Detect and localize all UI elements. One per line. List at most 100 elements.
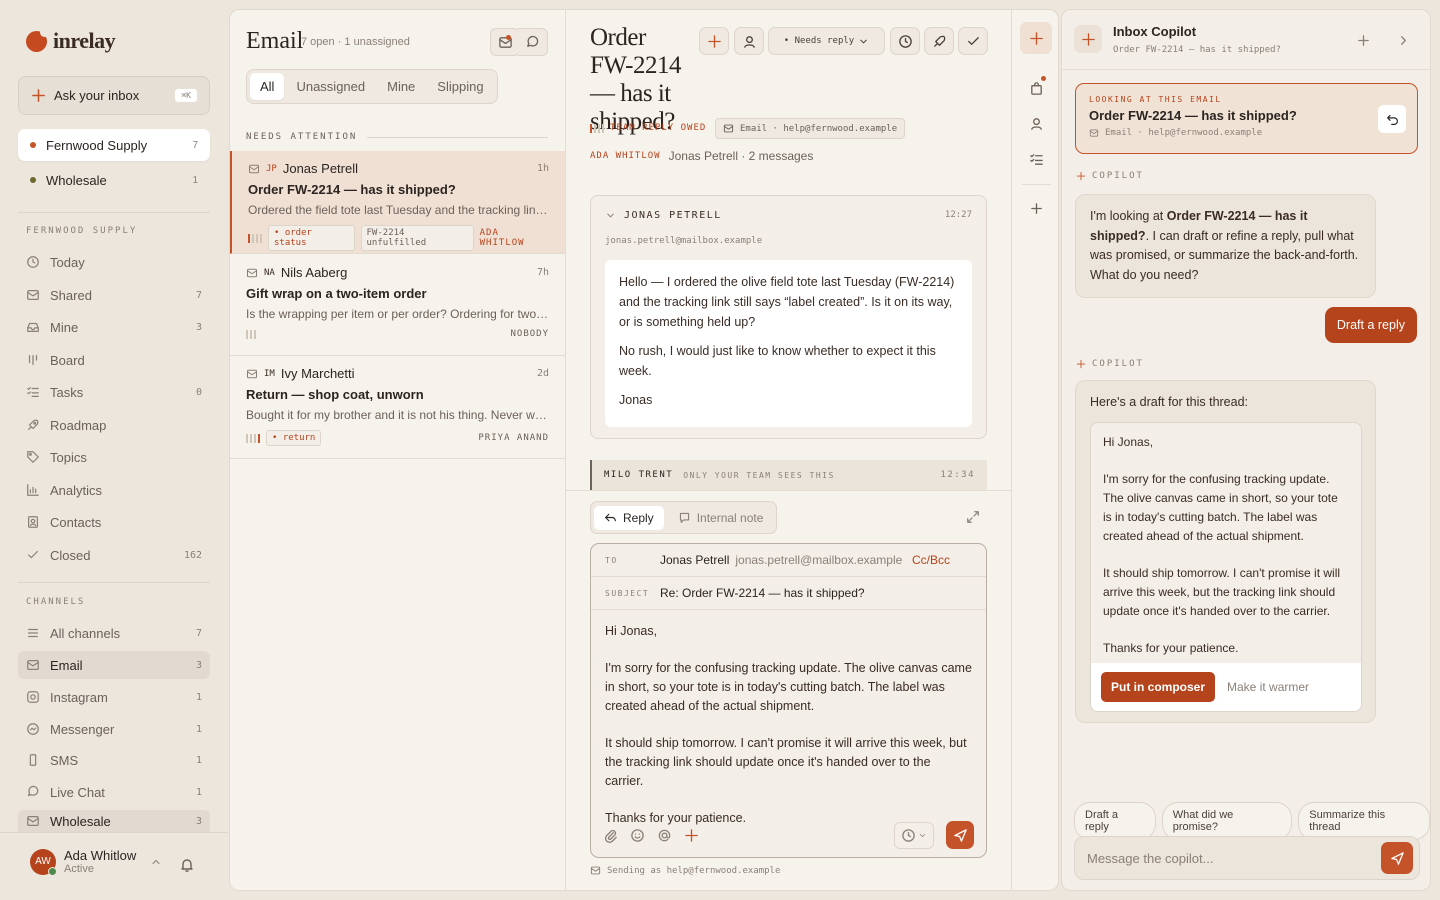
nav-closed[interactable]: Closed 162 [18,541,210,569]
nav-mine[interactable]: Mine 3 [18,313,210,341]
channel-email[interactable]: Email 3 [18,651,210,679]
check-icon [28,550,38,559]
nav-label: Mine [50,319,79,335]
channel-wholesale[interactable]: Wholesale 3 [18,810,210,832]
channel-sms[interactable]: SMS 1 [18,746,210,774]
channel-all[interactable]: All channels 7 [18,619,210,647]
nav-contacts[interactable]: Contacts [18,508,210,536]
paperclip-icon[interactable] [603,828,618,843]
nav-label: Analytics [50,482,103,498]
conversation-item[interactable]: JP Jonas Petrell 1h Order FW-2214 — has … [230,151,565,254]
sparkle-icon[interactable] [684,828,699,843]
sparkle-icon [32,89,45,102]
contact-rail-button[interactable] [1020,107,1052,139]
mention-icon[interactable] [657,828,672,843]
user-icon [1030,117,1042,130]
copilot-input[interactable]: Message the copilot... [1074,836,1420,880]
copilot-button[interactable] [699,27,729,55]
chevron-down-icon [860,39,867,43]
chevron-right-icon[interactable] [1396,33,1411,48]
channel-label: SMS [50,752,79,768]
channel-messenger[interactable]: Messenger 1 [18,715,210,743]
internal-note[interactable]: MILO TRENT ONLY YOUR TEAM SEES THIS 12:3… [590,460,987,490]
conversation-preview: Is the wrapping per item or per order? O… [246,307,549,321]
bell-icon[interactable] [179,857,195,873]
nav-shared[interactable]: Shared 7 [18,281,210,309]
cc-bcc-button[interactable]: Cc/Bcc [912,553,950,567]
suggestion-chip[interactable]: What did we promise? [1161,802,1293,840]
mail-icon [246,369,258,378]
snooze-button[interactable] [890,27,920,55]
message-time: 12:27 [944,210,972,220]
thread-title: Order FW-2214 — has it shipped? [590,24,681,135]
tab-internal-note[interactable]: Internal note [668,506,774,530]
channel-count: 7 [195,627,202,639]
suggestion-chip[interactable]: Draft a reply [1074,802,1156,840]
subject-field[interactable]: Re: Order FW-2214 — has it shipped? [660,586,865,600]
conversation-preview: Ordered the field tote last Tuesday and … [248,203,549,217]
copilot-send-button[interactable] [1381,842,1413,874]
nav-roadmap[interactable]: Roadmap [18,411,210,439]
conversation-item[interactable]: NA Nils Aaberg 7h Gift wrap on a two-ite… [230,255,565,356]
chevron-down-icon[interactable] [605,210,616,221]
schedule-send-button[interactable] [894,821,934,849]
check-icon [967,36,979,45]
conversation-subject: Return — shop coat, unworn [246,387,424,402]
conversation-item[interactable]: IM Ivy Marchetti 2d Return — shop coat, … [230,356,565,459]
divider [18,582,210,583]
tasks-icon [27,387,39,397]
tab-mine[interactable]: Mine [377,73,425,100]
orders-rail-button[interactable] [1020,72,1052,104]
composer-toolbar [591,813,986,857]
add-rail-button[interactable] [1020,192,1052,224]
contact-initials: IM [264,368,275,379]
channel-live-chat[interactable]: Live Chat 1 [18,778,210,806]
user-profile[interactable]: AW Ada Whitlow Active [30,848,162,876]
compose-mail-button[interactable] [490,28,520,56]
nav-board[interactable]: Board [18,346,210,374]
account-wholesale[interactable]: Wholesale 1 [18,164,210,196]
to-name[interactable]: Jonas Petrell [660,553,729,567]
make-warmer-button[interactable]: Make it warmer [1227,680,1309,694]
tasks-rail-button[interactable] [1020,143,1052,175]
suggestion-chip[interactable]: Summarize this thread [1298,802,1430,840]
tab-slipping[interactable]: Slipping [427,73,493,100]
chevron-down-icon [919,833,926,837]
escalate-button[interactable] [924,27,954,55]
nav-label: Today [50,254,85,270]
nav-tasks[interactable]: Tasks 0 [18,378,210,406]
emoji-icon[interactable] [630,828,645,843]
looking-meta: Email · help@fernwood.example [1105,128,1263,138]
tab-all[interactable]: All [250,73,285,100]
user-name: Ada Whitlow [64,848,137,863]
chat-button[interactable] [518,28,548,56]
tab-reply[interactable]: Reply [594,505,664,530]
subject-label: SUBJECT [605,588,650,598]
channel-instagram[interactable]: Instagram 1 [18,683,210,711]
subject-row: SUBJECT Re: Order FW-2214 — has it shipp… [591,577,986,610]
assign-button[interactable] [734,27,764,55]
copilot-rail-button[interactable] [1020,22,1052,54]
nav-today[interactable]: Today [18,248,210,276]
ask-inbox-button[interactable]: Ask your inbox ⌘K [18,76,210,115]
mail-icon [246,268,258,277]
status-dropdown[interactable]: • Needs reply [768,27,885,55]
reset-context-button[interactable] [1378,105,1406,133]
expand-icon[interactable] [966,510,980,524]
divider [1022,184,1051,185]
plus-icon[interactable] [1356,33,1371,48]
copilot-subtitle: Order FW-2214 — has it shipped? [1113,45,1281,55]
message-body: Hello — I ordered the olive field tote l… [605,260,972,427]
account-fernwood-supply[interactable]: Fernwood Supply 7 [18,129,210,161]
close-conversation-button[interactable] [958,27,988,55]
send-button[interactable] [946,821,974,849]
copilot-message-text: Here's a draft for this thread: [1090,395,1249,409]
put-in-composer-button[interactable]: Put in composer [1101,672,1216,702]
account-dot [30,177,36,183]
chat-icon [527,35,539,47]
looking-title: Order FW-2214 — has it shipped? [1089,108,1297,123]
tab-unassigned[interactable]: Unassigned [286,73,375,100]
nav-topics[interactable]: Topics [18,443,210,471]
nav-analytics[interactable]: Analytics [18,476,210,504]
app-logo[interactable]: inrelay [26,27,116,54]
